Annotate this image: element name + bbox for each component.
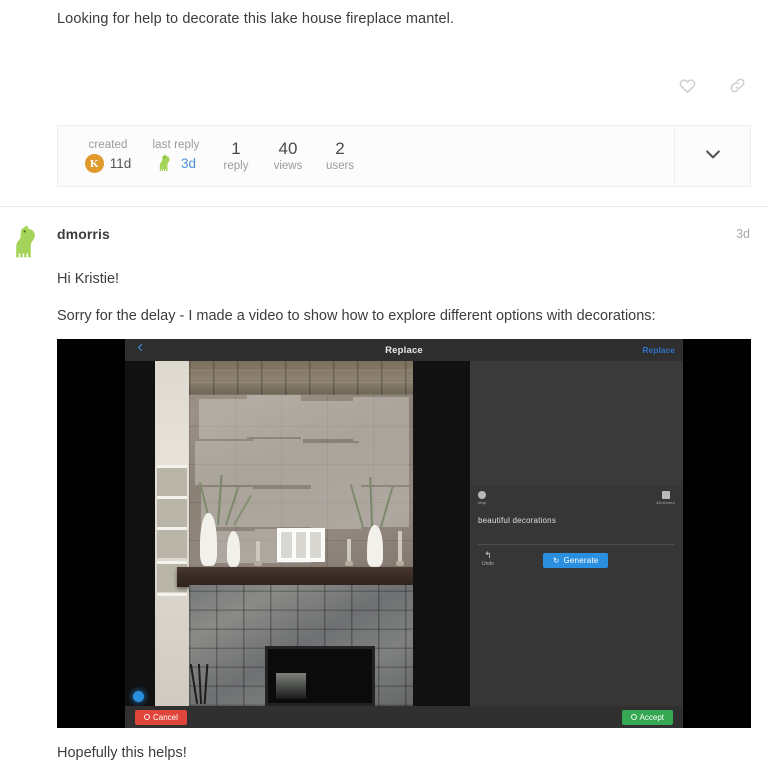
undo-label: Undo	[482, 561, 494, 567]
accept-button[interactable]: Accept	[621, 709, 673, 725]
selection-mask	[253, 439, 303, 485]
prompt-input[interactable]: beautiful decorations	[478, 516, 668, 525]
expand-topic-button[interactable]	[674, 126, 750, 186]
post-actions	[674, 72, 750, 98]
app-header: Replace Replace	[125, 339, 683, 361]
post-divider	[0, 206, 768, 207]
selection-mask	[199, 399, 247, 439]
stat-replies: 1 reply	[210, 138, 262, 174]
accept-label: Accept	[639, 712, 664, 722]
panel-divider	[478, 544, 674, 545]
reply-paragraph-2: Sorry for the delay - I made a video to …	[57, 308, 656, 324]
panel-preview-area	[470, 361, 683, 486]
selection-mask	[359, 441, 409, 485]
map-tool-label: Map	[478, 500, 487, 505]
views-label: views	[273, 160, 303, 172]
created-value: 11d	[109, 156, 132, 171]
reply-paragraph-1: Hi Kristie!	[57, 271, 120, 287]
topic-stats-bar: created K 11d last reply 3d 1 reply 40 v…	[57, 125, 751, 187]
stat-created: created K 11d	[74, 138, 142, 175]
app-footer: Cancel Accept	[125, 706, 683, 728]
topic-stats-group: created K 11d last reply 3d 1 reply 40 v…	[58, 126, 674, 186]
created-label: created	[88, 138, 128, 151]
close-icon	[144, 714, 150, 720]
chevron-down-icon	[703, 144, 723, 169]
reply-timestamp[interactable]: 3d	[736, 227, 750, 241]
refresh-icon: ↻	[553, 556, 560, 565]
users-label: users	[325, 160, 355, 172]
vase-large	[200, 513, 217, 566]
cancel-button[interactable]: Cancel	[135, 709, 187, 725]
generate-button[interactable]: ↻ Generate	[543, 553, 609, 568]
forum-thread-page: Looking for help to decorate this lake h…	[0, 0, 768, 774]
app-title: Replace	[385, 344, 423, 356]
map-tool-button[interactable]: Map	[478, 491, 487, 505]
room-background	[155, 361, 189, 706]
last-reply-value[interactable]: 3d	[181, 156, 196, 171]
candlestick	[396, 531, 404, 566]
header-action-button[interactable]: Replace	[642, 345, 675, 355]
attributes-icon	[661, 491, 670, 499]
undo-button[interactable]: ↰ Undo	[482, 550, 494, 568]
selection-mask	[303, 443, 359, 485]
selection-mask	[247, 395, 301, 437]
image-editor-app: Replace Replace Map Attributes beautiful…	[125, 339, 683, 728]
undo-icon: ↰	[484, 550, 492, 560]
stat-views: 40 views	[262, 138, 314, 174]
views-count: 40	[278, 139, 298, 158]
replies-label: reply	[223, 160, 249, 172]
replies-count: 1	[231, 139, 241, 158]
cancel-label: Cancel	[153, 712, 178, 722]
vase-medium	[227, 531, 240, 567]
stat-last-reply: last reply 3d	[142, 138, 210, 175]
firebox	[265, 646, 375, 706]
last-reply-label: last reply	[152, 138, 200, 151]
topic-excerpt: Looking for help to decorate this lake h…	[57, 11, 455, 27]
selection-mask	[195, 441, 253, 485]
avatar[interactable]	[12, 225, 42, 261]
check-icon	[630, 714, 637, 720]
panel-tool-row: Map Attributes	[470, 491, 683, 513]
avatar[interactable]	[156, 154, 175, 173]
picture-frame	[277, 528, 325, 562]
fireplace-mantel	[177, 567, 413, 587]
fireplace-photo	[155, 361, 413, 706]
candlestick	[345, 539, 353, 566]
editor-side-panel: Map Attributes beautiful decorations ↰ U…	[470, 361, 683, 706]
map-icon	[478, 491, 487, 499]
attributes-tool-label: Attributes	[656, 500, 675, 505]
selection-mask	[253, 489, 311, 527]
stone-top-band	[189, 361, 413, 395]
stat-users: 2 users	[314, 138, 366, 174]
embedded-video[interactable]: Replace Replace Map Attributes beautiful…	[57, 339, 751, 728]
selection-mask	[301, 401, 353, 439]
candlestick	[254, 541, 262, 566]
editor-canvas[interactable]	[125, 361, 470, 706]
attributes-tool-button[interactable]: Attributes	[656, 491, 675, 505]
vase-right	[367, 525, 383, 567]
avatar[interactable]: K	[84, 154, 104, 173]
reply-paragraph-3: Hopefully this helps!	[57, 745, 187, 761]
selection-mask	[353, 397, 409, 441]
touch-cursor-indicator	[133, 691, 144, 702]
reply-author[interactable]: dmorris	[57, 226, 110, 242]
users-count: 2	[335, 139, 345, 158]
fireplace-tools	[189, 660, 213, 705]
link-icon[interactable]	[724, 72, 750, 98]
generate-label: Generate	[563, 556, 599, 565]
like-icon[interactable]	[674, 72, 700, 98]
